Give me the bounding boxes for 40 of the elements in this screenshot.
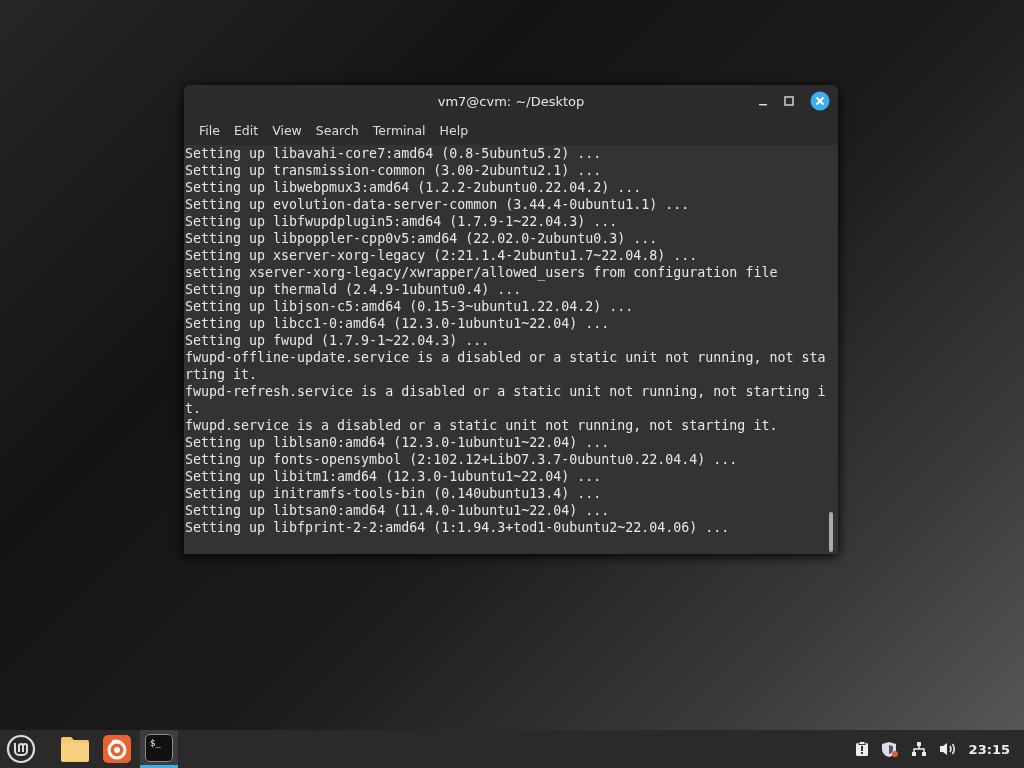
terminal-app-button[interactable]: $_ <box>140 730 178 768</box>
scrollbar-thumb[interactable] <box>829 512 833 552</box>
clipboard-alert-icon[interactable] <box>854 741 869 757</box>
menu-item[interactable]: Search <box>308 121 366 141</box>
terminal-line: Setting up libfprint-2-2:amd64 (1:1.94.3+tod1-0ubuntu2~22.04.06) ... <box>185 519 730 536</box>
terminal-line: fwupd-offline-update.service is a disabled or a static unit not running, not sta <box>185 349 826 366</box>
menu-item[interactable]: View <box>265 121 309 141</box>
mint-logo-icon[interactable] <box>6 734 36 764</box>
close-icon[interactable] <box>810 91 830 111</box>
maximize-icon[interactable] <box>784 96 794 106</box>
terminal-line: Setting up liblsan0:amd64 (12.3.0-1ubuntu1~22.04) ... <box>185 434 610 451</box>
terminal-line: t. <box>185 400 201 417</box>
terminal-line: Setting up libavahi-core7:amd64 (0.8-5ubuntu5.2) ... <box>185 145 602 162</box>
terminal-line: Setting up libcc1-0:amd64 (12.3.0-1ubuntu1~22.04) ... <box>185 315 610 332</box>
menu-item[interactable]: Edit <box>226 121 266 141</box>
terminal-line: Setting up evolution-data-server-common (3.44.4-0ubuntu1.1) ... <box>185 196 690 213</box>
terminal-line: Setting up libtsan0:amd64 (11.4.0-1ubuntu1~22.04) ... <box>185 502 610 519</box>
terminal-line: setting xserver-xorg-legacy/xwrapper/allowed_users from configuration file <box>185 264 778 281</box>
network-icon[interactable] <box>910 741 927 757</box>
terminal-line: Setting up fonts-opensymbol (2:102.12+LibO7.3.7-0ubuntu0.22.04.4) ... <box>185 451 738 468</box>
terminal-line: Setting up initramfs-tools-bin (0.140ubuntu13.4) ... <box>185 485 602 502</box>
terminal-line: fwupd.service is a disabled or a static unit not running, not starting it. <box>185 417 778 434</box>
terminal-line: Setting up thermald (2.4.9-1ubuntu0.4) ... <box>185 281 522 298</box>
terminal-line: Setting up libjson-c5:amd64 (0.15-3~ubuntu1.22.04.2) ... <box>185 298 634 315</box>
terminal-line: Setting up fwupd (1.7.9-1~22.04.3) ... <box>185 332 490 349</box>
terminal-line: Setting up transmission-common (3.00-2ubuntu2.1) ... <box>185 162 602 179</box>
terminal-line: Setting up libfwupdplugin5:amd64 (1.7.9-1~22.04.3) ... <box>185 213 618 230</box>
terminal-line: rting it. <box>185 366 258 383</box>
terminal-line: Setting up xserver-xorg-legacy (2:21.1.4-2ubuntu1.7~22.04.8) ... <box>185 247 698 264</box>
volume-icon[interactable] <box>938 742 957 756</box>
window-title: vm7@cvm: ~/Desktop <box>437 93 585 109</box>
terminal-line: Setting up libpoppler-cpp0v5:amd64 (22.02.0-2ubuntu0.3) ... <box>185 230 658 247</box>
menu-item[interactable]: File <box>192 121 227 141</box>
terminal-line: Setting up libwebpmux3:amd64 (1.2.2-2ubuntu0.22.04.2) ... <box>185 179 642 196</box>
terminal-line: Setting up libitm1:amd64 (12.3.0-1ubuntu1~22.04) ... <box>185 468 602 485</box>
menu-item[interactable]: Terminal <box>365 121 433 141</box>
clock[interactable]: 23:15 <box>968 741 1010 757</box>
shield-icon[interactable] <box>880 740 899 758</box>
menu-item[interactable]: Help <box>432 121 476 141</box>
terminal-line: fwupd-refresh.service is a disabled or a static unit not running, not starting i <box>185 383 826 400</box>
